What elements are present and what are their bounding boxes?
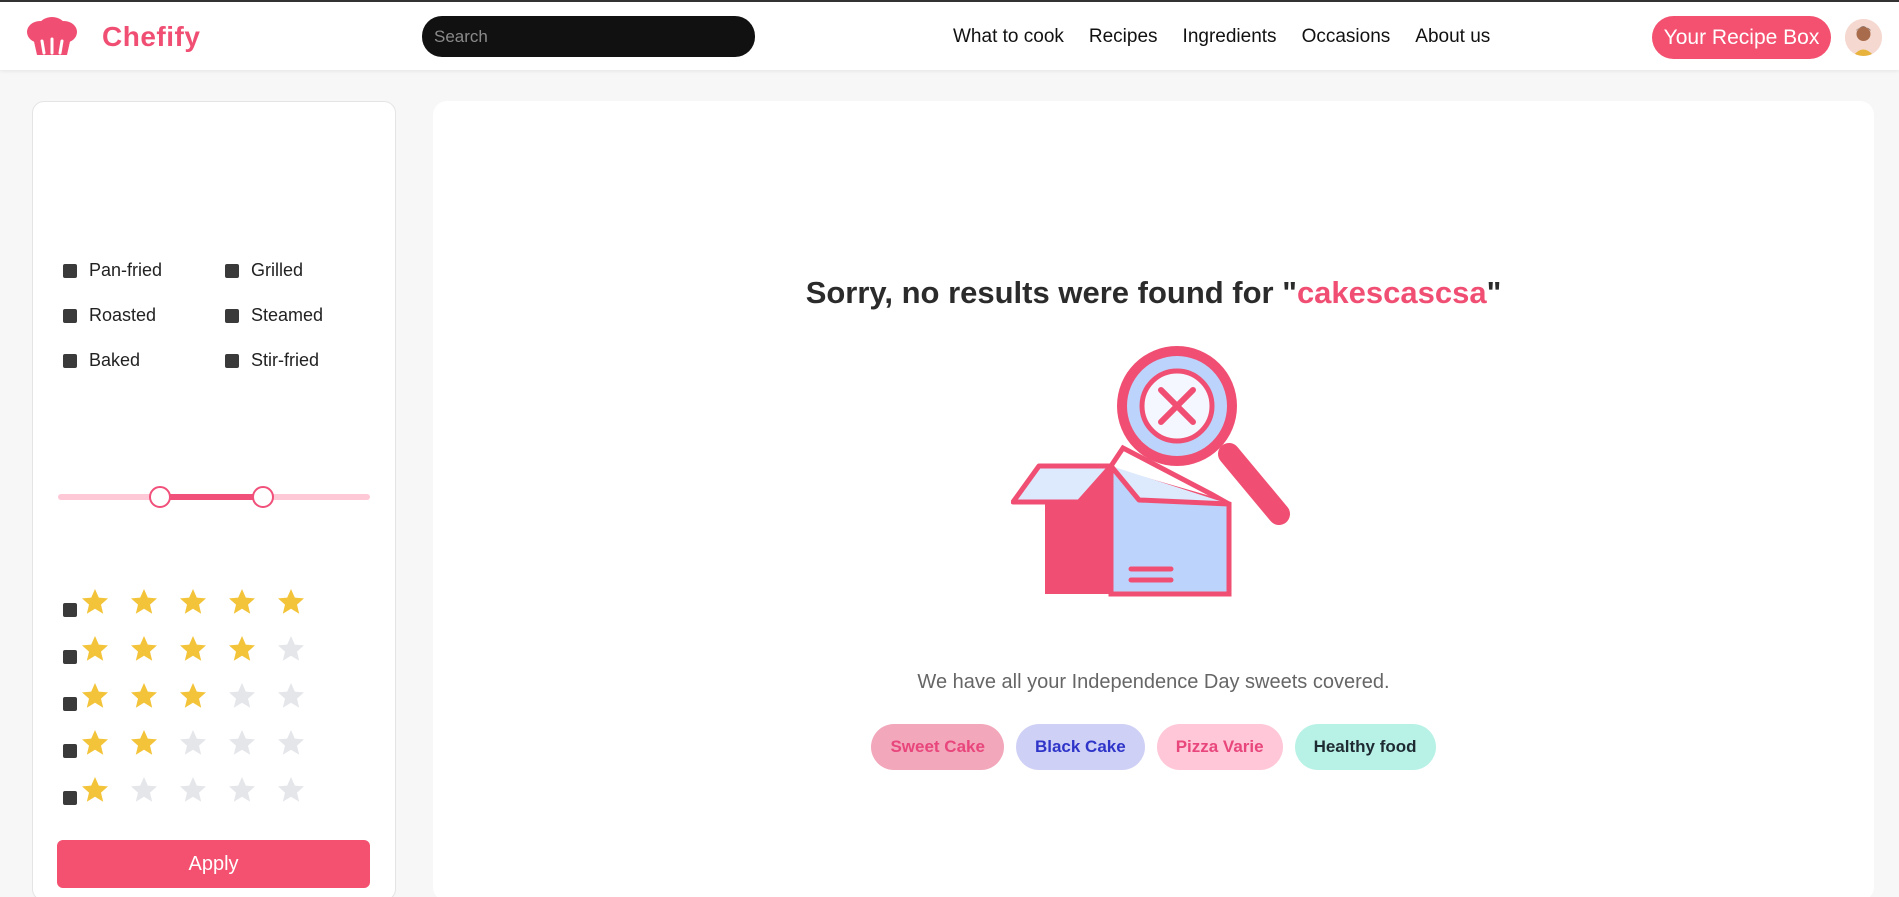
filter-pan-fried[interactable]: Pan-fried — [63, 260, 225, 281]
star-rating — [80, 634, 325, 664]
rating-filters — [63, 587, 325, 822]
cooking-method-filters: Pan-fried Grilled Roasted Steamed Baked … — [63, 260, 363, 371]
results-panel: Sorry, no results were found for "cakesc… — [433, 101, 1874, 897]
title-suffix: " — [1486, 275, 1502, 310]
filter-stir-fried[interactable]: Stir-fried — [225, 350, 365, 371]
filter-label: Grilled — [251, 260, 304, 280]
star-empty-icon — [180, 730, 206, 755]
checkbox[interactable] — [225, 263, 239, 278]
star-rating — [80, 681, 325, 711]
slider-min-handle[interactable] — [149, 486, 171, 508]
filter-label: Baked — [89, 350, 141, 370]
star-filled-icon — [82, 730, 108, 755]
apply-button[interactable]: Apply — [57, 840, 370, 888]
star-filled-icon — [180, 683, 206, 708]
nav-occasions[interactable]: Occasions — [1302, 26, 1391, 48]
star-filled-icon — [82, 683, 108, 708]
filter-label: Roasted — [89, 305, 157, 325]
user-avatar[interactable] — [1845, 19, 1882, 56]
filter-steamed[interactable]: Steamed — [225, 305, 365, 326]
rating-filter-5-stars[interactable] — [63, 587, 325, 634]
brand-name: Chefify — [102, 21, 201, 52]
star-rating — [80, 775, 325, 805]
nav-recipes[interactable]: Recipes — [1089, 26, 1158, 48]
nav-what-to-cook[interactable]: What to cook — [953, 26, 1064, 48]
star-filled-icon — [229, 589, 255, 614]
star-filled-icon — [82, 589, 108, 614]
filter-roasted[interactable]: Roasted — [63, 305, 225, 326]
star-rating — [80, 728, 325, 758]
suggestion-tag[interactable]: Sweet Cake — [871, 724, 1004, 770]
checkbox[interactable] — [63, 603, 77, 617]
checkbox[interactable] — [63, 697, 77, 711]
top-navbar: Chefify What to cook Recipes Ingredients… — [0, 0, 1899, 70]
star-filled-icon — [229, 636, 255, 661]
star-empty-icon — [278, 730, 304, 755]
checkbox[interactable] — [63, 353, 77, 368]
rating-filter-1-stars[interactable] — [63, 775, 325, 822]
filter-label: Stir-fried — [251, 350, 320, 370]
suggestion-tags: Sweet Cake Black Cake Pizza Varie Healthy f… — [433, 724, 1874, 770]
star-empty-icon — [278, 777, 304, 802]
star-filled-icon — [82, 636, 108, 661]
star-filled-icon — [131, 730, 157, 755]
star-filled-icon — [278, 589, 304, 614]
search-query: cakescascsa — [1296, 275, 1487, 310]
rating-filter-3-stars[interactable] — [63, 681, 325, 728]
star-filled-icon — [131, 589, 157, 614]
rating-filter-2-stars[interactable] — [63, 728, 325, 775]
nav-about-us[interactable]: About us — [1415, 26, 1490, 48]
star-filled-icon — [82, 777, 108, 802]
checkbox[interactable] — [225, 308, 239, 323]
suggestion-tag[interactable]: Healthy food — [1294, 724, 1436, 770]
star-empty-icon — [278, 636, 304, 661]
rating-filter-4-stars[interactable] — [63, 634, 325, 681]
checkbox[interactable] — [63, 650, 77, 664]
star-empty-icon — [229, 683, 255, 708]
star-filled-icon — [131, 636, 157, 661]
star-filled-icon — [180, 589, 206, 614]
star-empty-icon — [131, 777, 157, 802]
slider-max-handle[interactable] — [252, 486, 274, 508]
nav-ingredients[interactable]: Ingredients — [1183, 26, 1277, 48]
star-rating — [80, 587, 325, 617]
filter-label: Steamed — [251, 305, 324, 325]
recipe-box-button[interactable]: Your Recipe Box — [1652, 16, 1831, 59]
star-empty-icon — [229, 777, 255, 802]
star-empty-icon — [180, 777, 206, 802]
checkbox[interactable] — [63, 791, 77, 805]
checkbox[interactable] — [225, 353, 239, 368]
checkbox[interactable] — [63, 263, 77, 278]
suggestion-tag[interactable]: Black Cake — [1015, 724, 1145, 770]
brand-logo[interactable]: Chefify — [24, 17, 200, 57]
suggestion-tag[interactable]: Pizza Varie — [1156, 724, 1283, 770]
checkbox[interactable] — [63, 744, 77, 758]
filter-sidebar: Pan-fried Grilled Roasted Steamed Baked … — [32, 101, 396, 897]
empty-box-search-icon — [1011, 346, 1290, 597]
filter-label: Pan-fried — [89, 260, 163, 280]
star-empty-icon — [278, 683, 304, 708]
time-range-slider[interactable] — [58, 486, 370, 508]
filter-baked[interactable]: Baked — [63, 350, 225, 371]
star-empty-icon — [229, 730, 255, 755]
filter-grilled[interactable]: Grilled — [225, 260, 365, 281]
suggestion-text: We have all your Independence Day sweets… — [917, 671, 1390, 693]
star-filled-icon — [131, 683, 157, 708]
slider-range-fill — [160, 494, 263, 500]
chef-hat-icon — [27, 17, 77, 55]
main-nav: What to cook Recipes Ingredients Occasio… — [953, 26, 1515, 48]
checkbox[interactable] — [63, 308, 77, 323]
no-results-title: Sorry, no results were found for "cakesc… — [433, 275, 1874, 311]
search-input[interactable] — [422, 16, 755, 57]
title-prefix: Sorry, no results were found for " — [805, 275, 1297, 310]
star-filled-icon — [180, 636, 206, 661]
